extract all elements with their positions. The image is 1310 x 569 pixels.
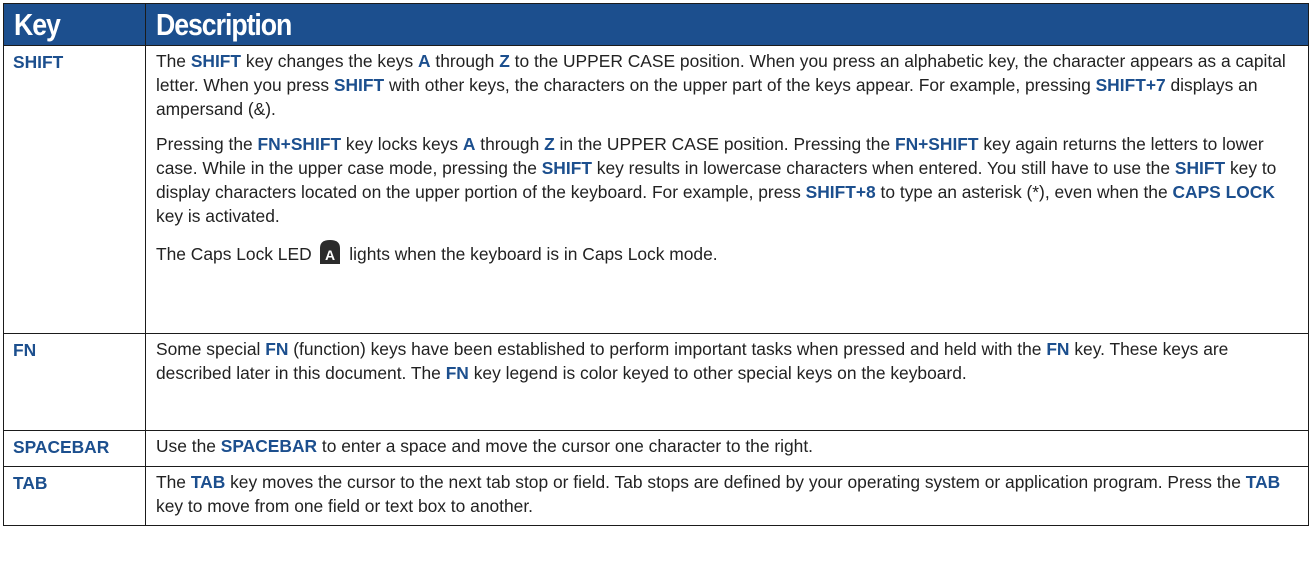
key-reference: FN+SHIFT xyxy=(257,134,342,154)
key-reference: Z xyxy=(499,51,510,71)
description-text: key legend is color keyed to other speci… xyxy=(468,363,967,383)
description-text: Some special xyxy=(156,339,266,359)
table-body: SHIFT The SHIFT key changes the keys A th… xyxy=(3,45,1309,526)
description-paragraph: Pressing the FN+SHIFT key locks keys A t… xyxy=(156,132,1298,228)
key-cell: SPACEBAR xyxy=(3,430,146,467)
description-text: Pressing the xyxy=(156,134,258,154)
description-paragraph: The Caps Lock LED A lights when the keyb… xyxy=(156,239,1298,266)
key-reference: Z xyxy=(544,134,555,154)
description-text: The xyxy=(156,51,191,71)
key-reference: A xyxy=(462,134,476,154)
key-cell: SHIFT xyxy=(3,45,146,334)
svg-text:A: A xyxy=(325,247,335,263)
description-text: Use the xyxy=(156,436,221,456)
key-reference: FN xyxy=(445,363,469,383)
key-reference: FN xyxy=(265,339,289,359)
description-text: key results in lowercase characters when… xyxy=(591,158,1175,178)
description-paragraph: The TAB key moves the cursor to the next… xyxy=(156,470,1298,518)
table-header-row: Key Description xyxy=(3,3,1309,46)
key-reference: SHIFT xyxy=(190,51,242,71)
key-reference: CAPS LOCK xyxy=(1172,182,1275,202)
description-text: to type an asterisk (*), even when the xyxy=(875,182,1173,202)
description-text: key changes the keys xyxy=(241,51,418,71)
column-header-description: Description xyxy=(145,3,1309,46)
table-row: FN Some special FN (function) keys have b… xyxy=(3,333,1309,431)
key-reference: SHIFT xyxy=(333,75,385,95)
table-row: SHIFT The SHIFT key changes the keys A th… xyxy=(3,45,1309,334)
description-text: key is activated. xyxy=(156,206,280,226)
description-text: through xyxy=(430,51,500,71)
key-cell: TAB xyxy=(3,466,146,526)
key-reference: FN xyxy=(1046,339,1070,359)
key-cell: FN xyxy=(3,333,146,431)
table-row: SPACEBAR Use the SPACEBAR to enter a spac… xyxy=(3,430,1309,467)
description-text: key locks keys xyxy=(341,134,463,154)
description-cell: Use the SPACEBAR to enter a space and mo… xyxy=(145,430,1309,467)
description-text: with other keys, the charac­ters on the … xyxy=(384,75,1096,95)
description-text: key moves the cursor to the next tab sto… xyxy=(225,472,1246,492)
description-text: in the UPPER CASE position. Pressing the xyxy=(554,134,895,154)
column-header-description-label: Description xyxy=(156,7,292,42)
caps-lock-led-icon: A xyxy=(319,239,341,265)
column-header-key-label: Key xyxy=(14,7,61,42)
description-text: key to move from one field or text box t… xyxy=(156,496,533,516)
key-reference: SHIFT+7 xyxy=(1095,75,1166,95)
key-description-table: Key Description SHIFT The SHIFT key chang… xyxy=(3,3,1309,526)
description-text: (function) keys have been established to… xyxy=(288,339,1047,359)
description-paragraph: The SHIFT key changes the keys A through… xyxy=(156,49,1298,121)
description-cell: Some special FN (function) keys have bee… xyxy=(145,333,1309,431)
table-row: TAB The TAB key moves the cursor to the n… xyxy=(3,466,1309,526)
key-reference: SHIFT+8 xyxy=(805,182,876,202)
description-paragraph: Some special FN (function) keys have bee… xyxy=(156,337,1298,385)
key-reference: TAB xyxy=(1245,472,1281,492)
description-paragraph: Use the SPACEBAR to enter a space and mo… xyxy=(156,434,1298,458)
key-reference: SHIFT xyxy=(541,158,592,178)
description-text: The Caps Lock LED xyxy=(156,244,317,264)
key-reference: SHIFT xyxy=(1174,158,1226,178)
column-header-key: Key xyxy=(3,3,146,46)
description-text: The xyxy=(156,472,191,492)
description-cell: The SHIFT key changes the keys A through… xyxy=(145,45,1309,334)
key-reference: A xyxy=(417,51,431,71)
description-text: lights when the keyboard is in Caps Lock… xyxy=(344,244,718,264)
description-text: through xyxy=(475,134,545,154)
description-text: to enter a space and move the cursor one… xyxy=(317,436,813,456)
key-reference: TAB xyxy=(190,472,226,492)
table-header: Key Description xyxy=(3,3,1309,46)
key-reference: FN+SHIFT xyxy=(894,134,979,154)
key-reference: SPACEBAR xyxy=(220,436,318,456)
description-cell: The TAB key moves the cursor to the next… xyxy=(145,466,1309,526)
